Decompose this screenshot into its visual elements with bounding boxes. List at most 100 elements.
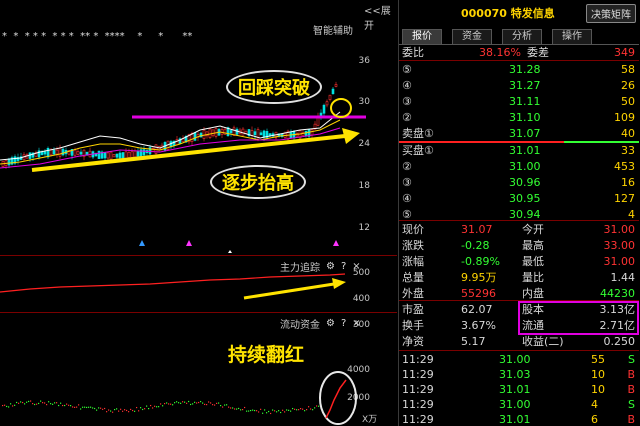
help-icon[interactable]: ?	[341, 318, 346, 329]
candle	[208, 128, 212, 138]
liquidity-dot	[76, 406, 78, 408]
candle	[193, 132, 197, 141]
liquidity-dot	[222, 406, 224, 408]
liquidity-dot	[96, 409, 98, 411]
liquidity-dot	[238, 407, 240, 410]
liquidity-title[interactable]: 流动资金	[280, 316, 320, 331]
liquidity-dot	[124, 409, 126, 411]
ask-volume: 26	[621, 79, 635, 92]
tab-funds[interactable]: 资金	[452, 29, 492, 44]
liquidity-dot	[218, 402, 220, 404]
liquidity-dot	[232, 407, 234, 409]
candle	[73, 149, 77, 156]
ask-level-label: 卖盘①	[402, 127, 434, 140]
liquidity-dot	[282, 409, 284, 411]
liquidity-dot	[26, 401, 28, 403]
liquidity-dot	[186, 402, 188, 404]
liquidity-chart[interactable]	[0, 330, 372, 426]
liquidity-dot	[154, 405, 156, 407]
liquidity-dot	[172, 404, 174, 406]
liquidity-dot	[262, 412, 264, 414]
liquidity-dot	[10, 403, 12, 405]
liquidity-dot	[18, 402, 20, 404]
ask-row: 卖盘① 31.07 40	[399, 126, 639, 141]
liquidity-dot	[66, 403, 68, 405]
tick-side: B	[627, 413, 635, 426]
liquidity-dot	[312, 409, 314, 411]
decision-matrix-button[interactable]: 决策矩阵	[586, 4, 636, 23]
quote-label: 最高	[522, 239, 544, 252]
liquidity-dot	[176, 401, 178, 403]
tracking-arrow-head	[332, 278, 346, 289]
liquidity-dot	[274, 410, 276, 412]
bid-volume: 33	[621, 144, 635, 157]
main-tracking-chart[interactable]	[0, 258, 372, 310]
tab-analysis[interactable]: 分析	[502, 29, 542, 44]
quote-row: 涨跌 -0.28 最高 33.00	[399, 238, 639, 253]
gear-icon[interactable]: ⚙	[326, 318, 335, 329]
quote-label: 外盘	[402, 287, 424, 300]
quote-value: -0.28	[461, 239, 490, 252]
tab-operate[interactable]: 操作	[552, 29, 592, 44]
liquidity-dot	[168, 403, 170, 405]
callout-rising: 逐步抬高	[210, 165, 306, 199]
pe-value: 62.07	[461, 303, 493, 316]
smart-assist-label[interactable]: 智能辅助	[313, 22, 353, 37]
liquidity-dot	[230, 407, 232, 409]
liquidity-dot	[116, 408, 118, 410]
tab-quote[interactable]: 报价	[402, 29, 442, 44]
tick-price: 31.00	[499, 398, 531, 411]
tracking-arrow	[243, 282, 335, 300]
candle	[46, 147, 50, 158]
candle	[244, 131, 248, 134]
liquidity-dot	[180, 402, 182, 404]
liquidity-dot	[44, 402, 46, 404]
ask-level-label: ④	[402, 79, 412, 92]
panel-separator	[0, 255, 397, 256]
order-ratio-row: 委比 38.16% 委差 349	[399, 45, 639, 60]
ask-volume: 40	[621, 127, 635, 140]
close-icon[interactable]: ×	[352, 318, 360, 329]
liquidity-dot	[246, 410, 248, 412]
ask-volume: 58	[621, 63, 635, 76]
tick-side: S	[628, 398, 635, 411]
liquidity-dot	[198, 401, 200, 404]
ask-price: 31.10	[509, 111, 541, 124]
candle	[325, 101, 329, 106]
tick-time: 11:29	[402, 413, 434, 426]
liquidity-dot	[22, 401, 24, 404]
liquidity-dot	[144, 408, 146, 410]
liquidity-dot	[164, 403, 166, 405]
ask-price: 31.28	[509, 63, 541, 76]
chart-area[interactable]: <<展开 智能辅助 * * * * * * * * ** * **** * * …	[0, 0, 397, 426]
candle	[124, 151, 128, 159]
liquidity-dot	[104, 407, 106, 410]
liquidity-dot	[166, 402, 168, 404]
liquidity-dot	[6, 405, 8, 408]
quote-value: 1.44	[610, 271, 636, 284]
liquidity-dot	[70, 405, 72, 407]
ask-volume: 50	[621, 95, 635, 108]
liquidity-dot	[182, 401, 184, 403]
candle	[142, 149, 146, 156]
liquidity-dot	[188, 400, 190, 403]
candlestick-chart[interactable]	[0, 40, 372, 255]
candle	[106, 152, 110, 159]
liquidity-dot	[56, 402, 58, 404]
candle	[136, 150, 140, 157]
liquidity-dot	[288, 409, 290, 411]
liquidity-dot	[114, 408, 116, 411]
candle	[328, 94, 332, 100]
expand-button[interactable]: <<展开	[364, 2, 397, 32]
quote-label: 内盘	[522, 287, 544, 300]
liquidity-dot	[250, 409, 252, 412]
tick-row: 11:29 31.01 6 B	[399, 412, 639, 426]
tick-side: S	[628, 353, 635, 366]
liquidity-dot	[256, 410, 258, 412]
liquidity-dot	[280, 411, 282, 414]
tick-volume: 55	[591, 353, 605, 366]
liquidity-dot	[242, 408, 244, 411]
pe-label: 市盈	[402, 303, 424, 316]
ask-volume: 109	[614, 111, 635, 124]
candle	[52, 149, 56, 155]
